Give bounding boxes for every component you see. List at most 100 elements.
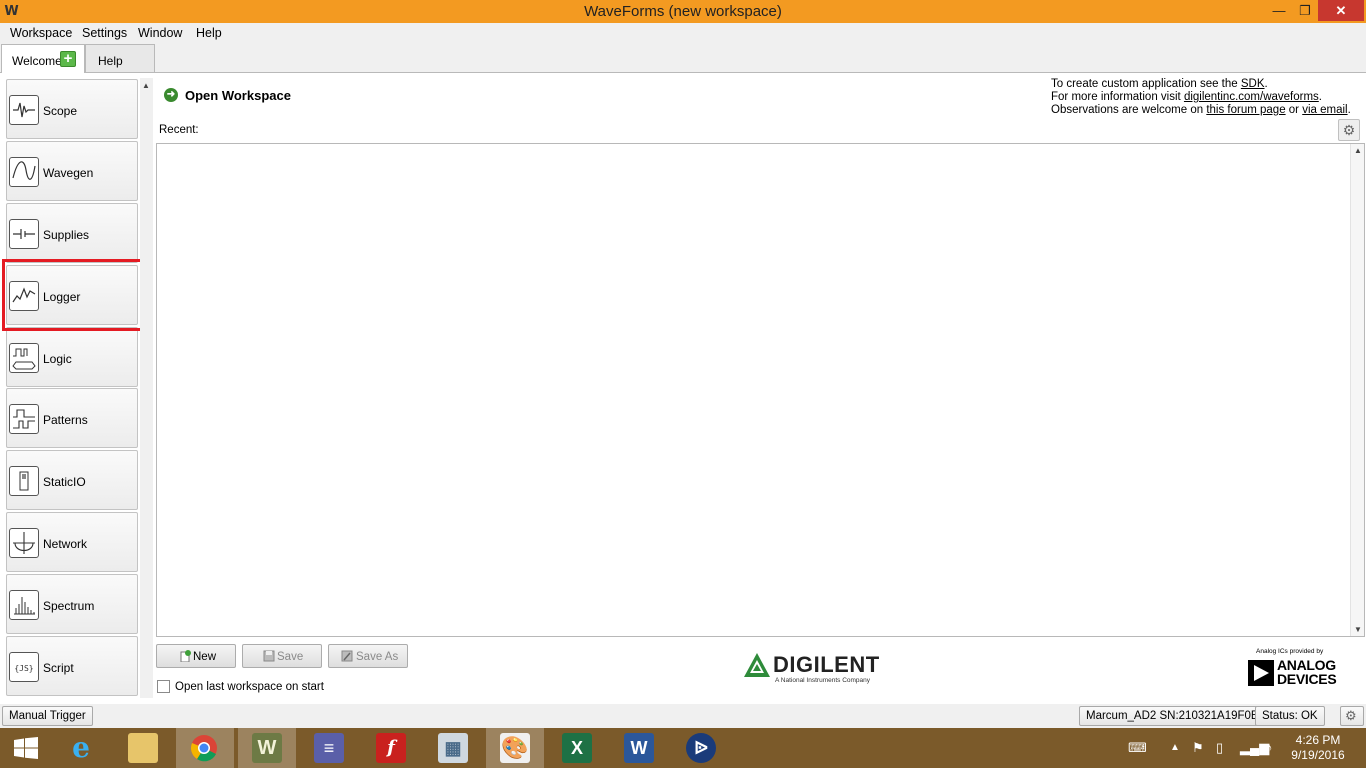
taskbar-word[interactable]: W — [610, 728, 668, 768]
bluetooth-icon: ᐉ — [686, 733, 716, 763]
close-button[interactable]: ✕ — [1318, 0, 1364, 21]
recent-label: Recent: — [159, 124, 199, 136]
website-link[interactable]: digilentinc.com/waveforms — [1184, 91, 1319, 103]
info-line3-suffix: . — [1347, 104, 1351, 116]
info-line3-text: Observations are welcome on — [1051, 104, 1207, 116]
menu-bar: Workspace Settings Window Help — [0, 23, 1366, 43]
tool-wavegen-label: Wavegen — [43, 166, 94, 180]
tool-logic-button[interactable]: Logic — [6, 327, 138, 387]
status-gear-button[interactable]: ⚙ — [1340, 706, 1364, 726]
device-selector-button[interactable]: Marcum_AD2 SN:210321A19F0E — [1079, 706, 1266, 726]
save-as-button-label: Save As — [356, 651, 399, 663]
taskbar-equalizer-app[interactable]: ≡ — [300, 728, 358, 768]
sidebar-scrollbar[interactable]: ▲ — [140, 78, 153, 698]
menu-settings[interactable]: Settings — [82, 26, 127, 40]
open-last-workspace-checkbox[interactable] — [157, 680, 170, 693]
forum-link[interactable]: this forum page — [1206, 104, 1285, 116]
add-plus-icon[interactable]: + — [60, 51, 76, 67]
status-button[interactable]: Status: OK — [1255, 706, 1325, 726]
save-as-disk-icon — [341, 650, 353, 662]
taskbar-bluetooth[interactable]: ᐉ — [672, 728, 730, 768]
tool-staticio-label: StaticIO — [43, 475, 86, 489]
save-as-button[interactable]: Save As — [328, 644, 408, 668]
staticio-icon — [9, 466, 39, 496]
tab-help[interactable]: Help — [85, 44, 155, 73]
network-icon — [9, 528, 39, 558]
battery-icon[interactable]: ▯ — [1216, 728, 1223, 768]
digilent-logo-text: DIGILENT — [773, 652, 880, 677]
wavegen-icon — [9, 157, 39, 187]
settings-gear-button[interactable]: ⚙ — [1338, 119, 1360, 141]
new-document-icon — [180, 650, 191, 662]
tray-expand-icon[interactable]: ▲ — [1170, 728, 1180, 768]
menu-window[interactable]: Window — [138, 26, 182, 40]
waveforms-icon: W — [252, 733, 282, 763]
tool-patterns-label: Patterns — [43, 413, 88, 427]
digilent-logo-icon — [744, 653, 770, 677]
tool-spectrum-button[interactable]: Spectrum — [6, 574, 138, 634]
recent-list-scrollbar[interactable]: ▲ ▼ — [1350, 144, 1364, 636]
save-disk-icon — [263, 650, 275, 662]
analog-devices-logo-icon — [1248, 660, 1274, 686]
analog-devices-logo: Analog ICs provided by ANALOG DEVICES — [1248, 648, 1348, 688]
recent-workspaces-list[interactable]: ▲ ▼ — [156, 143, 1365, 637]
scroll-down-arrow-icon[interactable]: ▼ — [1354, 625, 1362, 634]
open-last-workspace-label: Open last workspace on start — [175, 681, 324, 693]
tool-scope-label: Scope — [43, 104, 78, 118]
paint-icon: 🎨 — [500, 733, 530, 763]
info-line2-text: For more information visit — [1051, 91, 1184, 103]
adi-name-line1: ANALOG — [1277, 657, 1336, 673]
email-link[interactable]: via email — [1302, 104, 1347, 116]
manual-trigger-button[interactable]: Manual Trigger — [2, 706, 93, 726]
taskbar-flash-app[interactable]: f — [362, 728, 420, 768]
start-button[interactable] — [0, 728, 58, 768]
new-button[interactable]: New — [156, 644, 236, 668]
taskbar-paint[interactable]: 🎨 — [486, 728, 544, 768]
tool-scope-button[interactable]: Scope — [6, 79, 138, 139]
taskbar-clock[interactable]: 4:26 PM 9/19/2016 — [1283, 733, 1353, 763]
taskbar-ie[interactable]: e — [52, 728, 110, 768]
tool-supplies-button[interactable]: Supplies — [6, 203, 138, 263]
tab-help-label: Help — [98, 54, 123, 68]
minimize-button[interactable]: — — [1266, 0, 1292, 21]
calculator-icon: ▦ — [438, 733, 468, 763]
network-signal-icon[interactable]: ▂▄▆ — [1240, 728, 1269, 768]
tool-network-button[interactable]: Network — [6, 512, 138, 572]
tool-script-button[interactable]: {JS} Script — [6, 636, 138, 696]
action-center-flag-icon[interactable]: ⚑ — [1192, 728, 1204, 768]
taskbar-file-explorer[interactable] — [114, 728, 172, 768]
file-explorer-icon — [128, 733, 158, 763]
clock-time: 4:26 PM — [1295, 733, 1341, 747]
digilent-logo: DIGILENT A National Instruments Company — [743, 650, 903, 690]
flash-app-icon: f — [376, 733, 406, 763]
save-button[interactable]: Save — [242, 644, 322, 668]
equalizer-app-icon: ≡ — [314, 733, 344, 763]
logger-highlight-box — [2, 259, 144, 331]
taskbar-waveforms[interactable]: W — [238, 728, 296, 768]
welcome-panel: ➜ Open Workspace Recent: To create custo… — [153, 78, 1365, 703]
touch-keyboard-icon[interactable]: ⌨ — [1128, 728, 1147, 768]
tool-patterns-button[interactable]: Patterns — [6, 388, 138, 448]
taskbar-calculator[interactable]: ▦ — [424, 728, 482, 768]
maximize-button[interactable]: ❐ — [1292, 0, 1318, 21]
info-text: To create custom application see the SDK… — [1051, 78, 1351, 117]
volume-icon[interactable]: ♪ — [1266, 728, 1273, 768]
menu-workspace[interactable]: Workspace — [10, 26, 72, 40]
tab-welcome[interactable]: Welcome + — [1, 44, 85, 73]
taskbar-chrome[interactable] — [176, 728, 234, 768]
tool-logic-label: Logic — [43, 352, 72, 366]
taskbar-excel[interactable]: X — [548, 728, 606, 768]
tool-network-label: Network — [43, 537, 88, 551]
tool-wavegen-button[interactable]: Wavegen — [6, 141, 138, 201]
tab-bar: Welcome + Help — [0, 44, 1366, 73]
scroll-up-arrow-icon[interactable]: ▲ — [142, 81, 150, 90]
tool-staticio-button[interactable]: StaticIO — [6, 450, 138, 510]
sdk-link[interactable]: SDK — [1241, 78, 1265, 90]
info-line3-mid: or — [1285, 104, 1303, 116]
word-icon: W — [624, 733, 654, 763]
internet-explorer-icon: e — [72, 731, 90, 764]
scroll-up-arrow-icon[interactable]: ▲ — [1354, 146, 1362, 155]
excel-icon: X — [562, 733, 592, 763]
open-workspace-arrow-icon: ➜ — [164, 88, 178, 102]
menu-help[interactable]: Help — [196, 26, 222, 40]
